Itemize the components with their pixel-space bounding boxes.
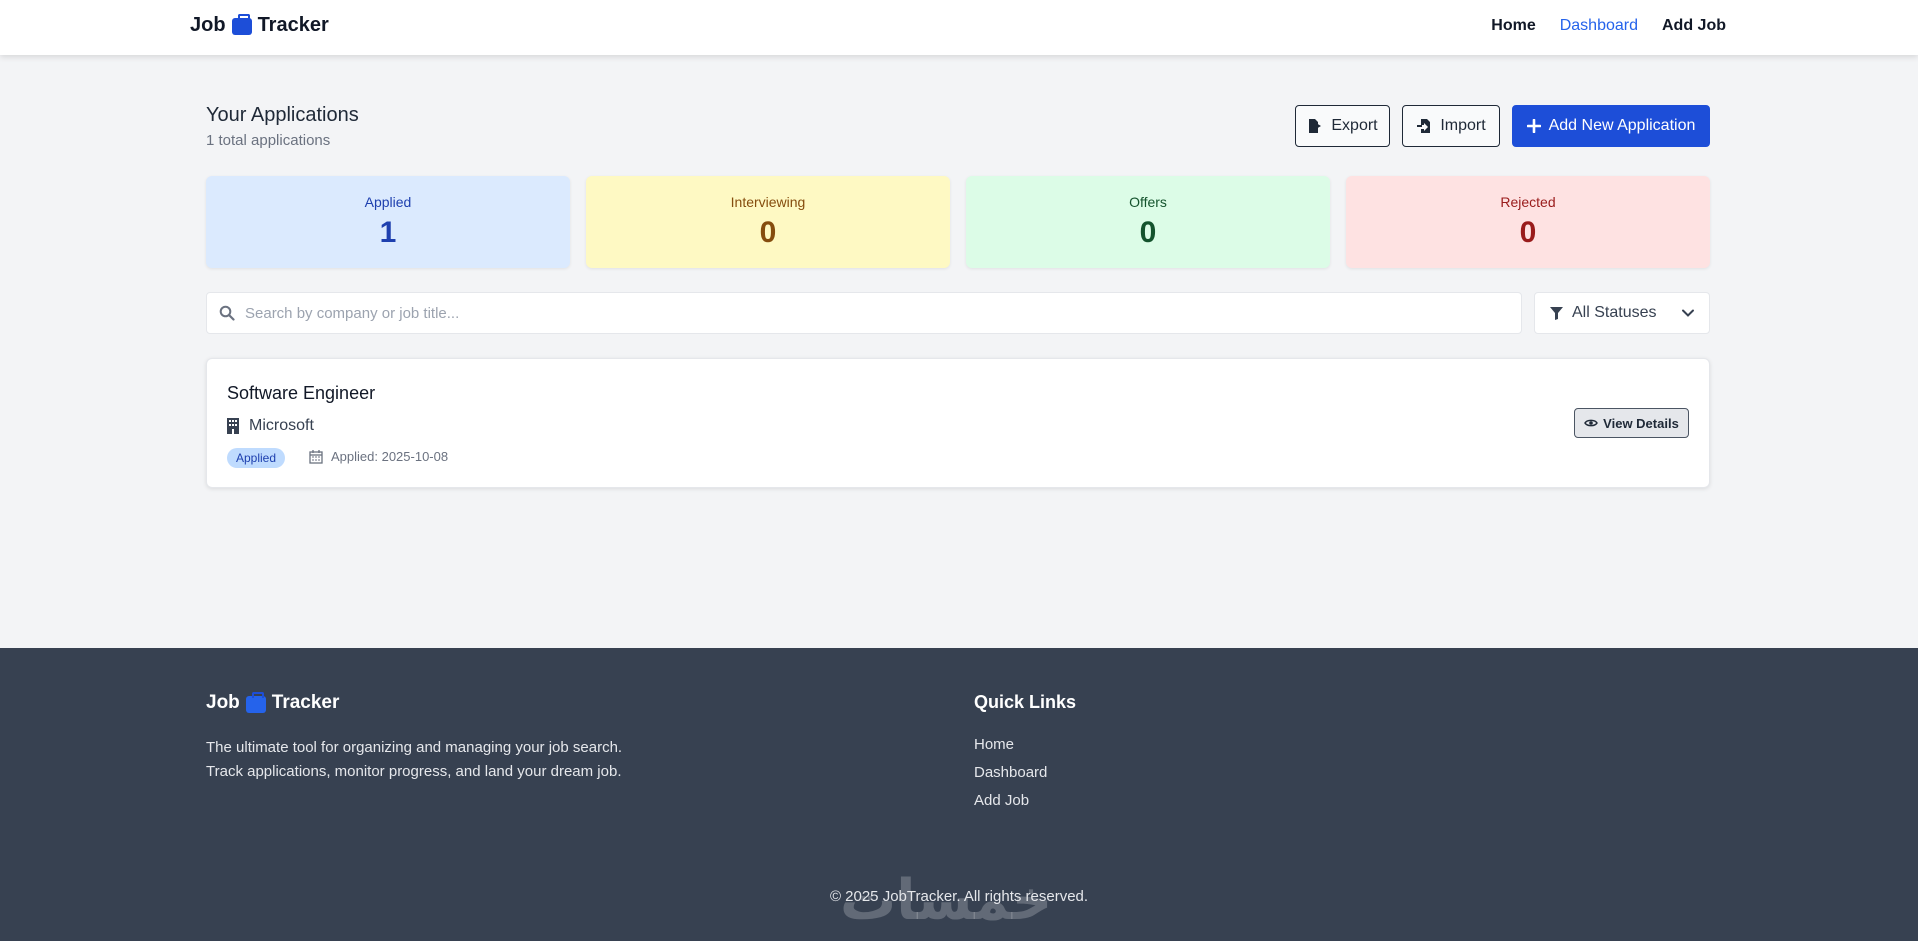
nav-home[interactable]: Home	[1491, 17, 1535, 35]
add-new-application-button[interactable]: Add New Application	[1512, 105, 1710, 147]
footer-link-dashboard[interactable]: Dashboard	[974, 764, 1047, 781]
page-title: Your Applications	[206, 104, 359, 126]
filter-icon	[1550, 306, 1563, 320]
navbar: Job Tracker Home Dashboard Add Job	[0, 0, 1918, 55]
stat-label: Applied	[364, 194, 412, 210]
main-nav: Home Dashboard Add Job	[1491, 17, 1726, 35]
footer-brand: Job Tracker	[206, 691, 340, 714]
stat-label: Interviewing	[730, 194, 806, 210]
view-details-button[interactable]: View Details	[1574, 408, 1689, 438]
company-row: Microsoft	[227, 417, 314, 435]
quick-links-title: Quick Links	[974, 692, 1077, 712]
stat-value: 0	[1519, 216, 1537, 249]
brand-logo[interactable]: Job Tracker	[190, 14, 329, 37]
building-icon	[227, 418, 239, 434]
company-name: Microsoft	[249, 417, 314, 434]
footer-brand-left: Job	[206, 692, 240, 713]
export-label: Export	[1331, 117, 1378, 134]
file-export-icon	[1309, 119, 1322, 133]
stat-value: 0	[759, 216, 777, 249]
import-button[interactable]: Import	[1402, 105, 1500, 147]
search-bar	[206, 292, 1522, 334]
stat-value: 0	[1139, 216, 1157, 249]
footer-description-line2: Track applications, monitor progress, an…	[206, 763, 622, 780]
footer-description-line1: The ultimate tool for organizing and man…	[206, 739, 623, 756]
stat-value: 1	[379, 216, 397, 249]
status-badge: Applied	[227, 448, 286, 468]
footer-description: The ultimate tool for organizing and man…	[206, 736, 726, 784]
application-card: Software Engineer Microsoft Applied Appl…	[206, 358, 1710, 488]
stat-card-rejected: Rejected 0	[1346, 176, 1710, 268]
file-import-icon	[1417, 119, 1431, 133]
stat-label: Rejected	[1500, 194, 1556, 210]
applications-count: 1 total applications	[206, 132, 331, 149]
nav-dashboard[interactable]: Dashboard	[1560, 17, 1638, 35]
stat-card-offers: Offers 0	[966, 176, 1330, 268]
plus-icon	[1526, 119, 1541, 133]
status-filter-select[interactable]: All Statuses	[1534, 292, 1710, 334]
applied-date-row: Applied: 2025-10-08	[309, 449, 448, 464]
status-filter-value: All Statuses	[1572, 304, 1657, 321]
footer-link-add-job[interactable]: Add Job	[974, 792, 1047, 809]
eye-icon	[1584, 419, 1599, 427]
stat-card-applied: Applied 1	[206, 176, 570, 268]
search-icon	[219, 305, 235, 321]
footer-brand-right: Tracker	[271, 692, 340, 713]
calendar-icon	[309, 449, 323, 464]
copyright: © 2025 JobTracker. All rights reserved.	[829, 888, 1089, 905]
export-button[interactable]: Export	[1295, 105, 1390, 147]
job-title: Software Engineer	[227, 383, 376, 403]
footer-link-home[interactable]: Home	[974, 736, 1047, 753]
view-details-label: View Details	[1603, 415, 1679, 431]
nav-add-job[interactable]: Add Job	[1662, 17, 1726, 35]
briefcase-icon	[245, 691, 266, 713]
applied-date: Applied: 2025-10-08	[331, 449, 449, 464]
briefcase-icon	[231, 14, 252, 35]
brand-text-right: Tracker	[257, 14, 329, 36]
brand-text-left: Job	[190, 14, 226, 36]
stat-card-interviewing: Interviewing 0	[586, 176, 950, 268]
footer: Job Tracker The ultimate tool for organi…	[0, 648, 1918, 941]
chevron-down-icon	[1682, 309, 1694, 317]
search-input[interactable]	[245, 304, 1445, 322]
add-label: Add New Application	[1548, 117, 1696, 134]
quick-links: Home Dashboard Add Job	[974, 736, 1047, 809]
import-label: Import	[1440, 117, 1486, 134]
stat-label: Offers	[1129, 194, 1167, 210]
